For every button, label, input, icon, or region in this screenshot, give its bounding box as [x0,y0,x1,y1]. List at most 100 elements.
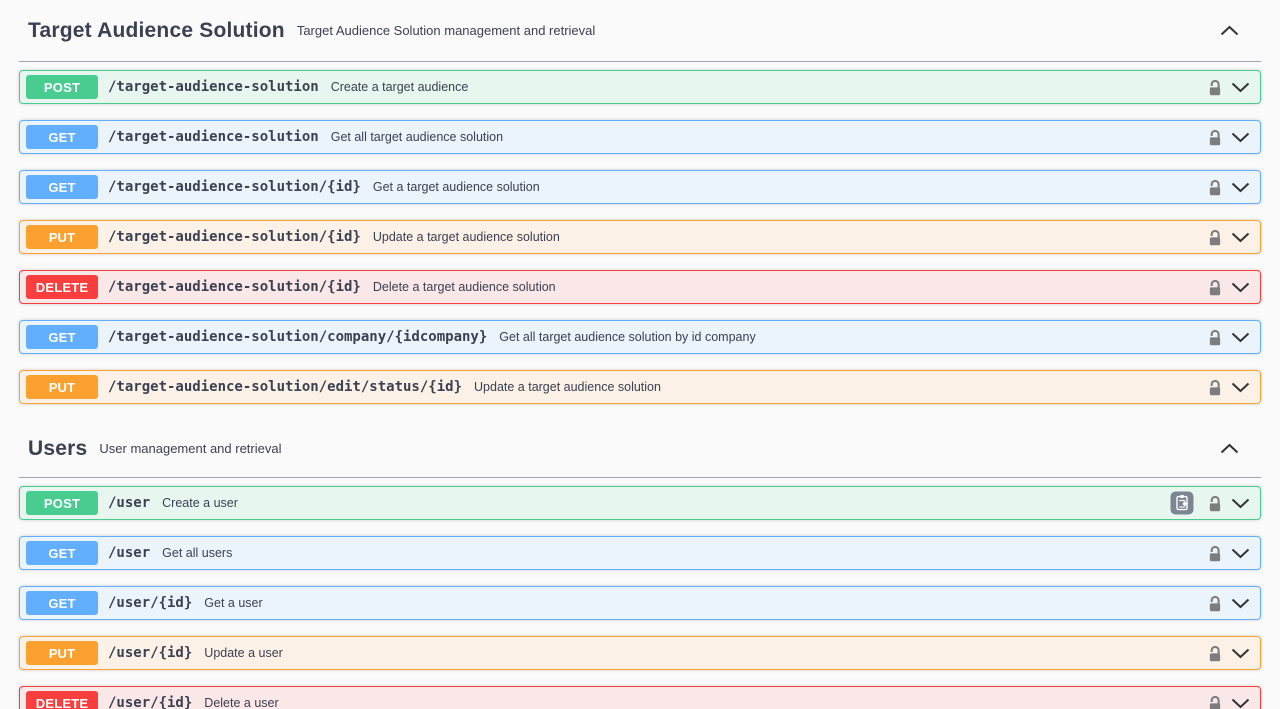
unlocked-padlock-icon [1208,644,1222,662]
http-method-badge: GET [26,591,98,615]
authorize-lock-button[interactable] [1208,278,1222,296]
endpoint-summary: Get a target audience solution [373,180,540,194]
expand-operation-button[interactable] [1231,232,1250,243]
endpoint-summary: Get all target audience solution by id c… [499,330,755,344]
endpoint-path: /user/{id} [108,595,192,611]
expand-operation-button[interactable] [1231,598,1250,609]
expand-operation-button[interactable] [1231,132,1250,143]
operation-row[interactable]: GET /target-audience-solution Get all ta… [19,120,1261,154]
endpoint-path: /target-audience-solution/{id} [108,179,361,195]
chevron-down-icon [1231,232,1250,243]
expand-operation-button[interactable] [1231,332,1250,343]
http-method-badge: PUT [26,375,98,399]
chevron-down-icon [1231,282,1250,293]
chevron-down-icon [1231,548,1250,559]
expand-operation-button[interactable] [1231,698,1250,709]
unlocked-padlock-icon [1208,494,1222,512]
api-docs-panel: Target Audience Solution Target Audience… [0,0,1280,709]
http-method-badge: DELETE [26,275,98,299]
chevron-down-icon [1231,698,1250,709]
authorize-lock-button[interactable] [1208,228,1222,246]
unlocked-padlock-icon [1208,594,1222,612]
section-title: Users [28,437,87,461]
endpoint-summary: Update a target audience solution [373,230,560,244]
expand-operation-button[interactable] [1231,498,1250,509]
chevron-up-icon [1220,25,1239,36]
chevron-down-icon [1231,182,1250,193]
chevron-down-icon [1231,132,1250,143]
unlocked-padlock-icon [1208,378,1222,396]
endpoint-summary: Create a user [162,496,238,510]
authorize-lock-button[interactable] [1208,494,1222,512]
authorize-lock-button[interactable] [1208,694,1222,709]
endpoint-path: /target-audience-solution/edit/status/{i… [108,379,462,395]
clipboard-copy-icon [1170,491,1194,515]
expand-operation-button[interactable] [1231,182,1250,193]
unlocked-padlock-icon [1208,328,1222,346]
authorize-lock-button[interactable] [1208,644,1222,662]
endpoint-path: /user/{id} [108,695,192,709]
chevron-down-icon [1231,332,1250,343]
chevron-down-icon [1231,648,1250,659]
collapse-section-button[interactable] [1220,443,1239,454]
expand-operation-button[interactable] [1231,648,1250,659]
operation-row[interactable]: POST /user Create a user [19,486,1261,520]
authorize-lock-button[interactable] [1208,378,1222,396]
unlocked-padlock-icon [1208,544,1222,562]
expand-operation-button[interactable] [1231,82,1250,93]
authorize-lock-button[interactable] [1208,178,1222,196]
endpoint-path: /user [108,545,150,561]
collapse-section-button[interactable] [1220,25,1239,36]
operation-row[interactable]: PUT /target-audience-solution/edit/statu… [19,370,1261,404]
http-method-badge: GET [26,325,98,349]
endpoint-summary: Create a target audience [331,80,469,94]
authorize-lock-button[interactable] [1208,544,1222,562]
endpoint-summary: Get all target audience solution [331,130,503,144]
endpoint-path: /user [108,495,150,511]
http-method-badge: POST [26,75,98,99]
unlocked-padlock-icon [1208,178,1222,196]
endpoint-summary: Update a target audience solution [474,380,661,394]
unlocked-padlock-icon [1208,78,1222,96]
unlocked-padlock-icon [1208,694,1222,709]
chevron-down-icon [1231,382,1250,393]
operation-row[interactable]: GET /target-audience-solution/company/{i… [19,320,1261,354]
http-method-badge: POST [26,491,98,515]
unlocked-padlock-icon [1208,228,1222,246]
endpoint-summary: Update a user [204,646,283,660]
chevron-down-icon [1231,498,1250,509]
section-description: User management and retrieval [99,441,281,456]
expand-operation-button[interactable] [1231,548,1250,559]
authorize-lock-button[interactable] [1208,128,1222,146]
tag-section-header-users[interactable]: Users User management and retrieval [19,420,1261,478]
operation-row[interactable]: GET /user/{id} Get a user [19,586,1261,620]
expand-operation-button[interactable] [1231,382,1250,393]
chevron-down-icon [1231,82,1250,93]
operation-row[interactable]: PUT /target-audience-solution/{id} Updat… [19,220,1261,254]
endpoint-path: /target-audience-solution [108,79,319,95]
operation-row[interactable]: DELETE /user/{id} Delete a user [19,686,1261,709]
operation-row[interactable]: DELETE /target-audience-solution/{id} De… [19,270,1261,304]
expand-operation-button[interactable] [1231,282,1250,293]
operation-row[interactable]: GET /target-audience-solution/{id} Get a… [19,170,1261,204]
authorize-lock-button[interactable] [1208,594,1222,612]
endpoint-path: /target-audience-solution/company/{idcom… [108,329,487,345]
section-title: Target Audience Solution [28,19,285,43]
http-method-badge: PUT [26,225,98,249]
operation-row[interactable]: PUT /user/{id} Update a user [19,636,1261,670]
endpoint-summary: Delete a user [204,696,278,709]
clipboard-copy-button[interactable] [1170,491,1194,515]
http-method-badge: DELETE [26,691,98,709]
authorize-lock-button[interactable] [1208,328,1222,346]
tag-section-header-target-audience-solution[interactable]: Target Audience Solution Target Audience… [19,0,1261,62]
operation-row[interactable]: POST /target-audience-solution Create a … [19,70,1261,104]
endpoint-path: /target-audience-solution [108,129,319,145]
endpoint-summary: Get a user [204,596,262,610]
operation-row[interactable]: GET /user Get all users [19,536,1261,570]
endpoint-path: /target-audience-solution/{id} [108,279,361,295]
operations-list-users: POST /user Create a user GE [19,478,1261,709]
authorize-lock-button[interactable] [1208,78,1222,96]
http-method-badge: GET [26,125,98,149]
endpoint-path: /user/{id} [108,645,192,661]
chevron-down-icon [1231,598,1250,609]
